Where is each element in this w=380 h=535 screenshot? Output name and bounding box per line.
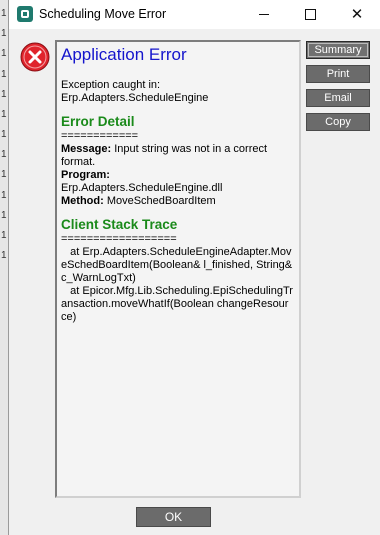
close-icon: ✕ (350, 6, 364, 23)
copy-button[interactable]: Copy (306, 113, 370, 131)
background-row-number: 1 (1, 190, 7, 201)
error-details-panel[interactable]: Application Error Exception caught in: E… (55, 40, 301, 498)
exception-source: Erp.Adapters.ScheduleEngine (61, 92, 209, 104)
method-line: Method: MoveSchedBoardItem (61, 195, 293, 208)
error-detail-rule: ============ (61, 130, 139, 142)
minimize-button[interactable] (241, 0, 287, 29)
exception-label: Exception caught in: (61, 79, 161, 91)
background-row-number: 1 (1, 129, 7, 140)
close-button[interactable]: ✕ (334, 0, 380, 29)
ok-button[interactable]: OK (136, 507, 211, 527)
background-row-number: 1 (1, 210, 7, 221)
message-line: Message: Input string was not in a corre… (61, 143, 293, 169)
error-detail-heading: Error Detail (61, 114, 135, 129)
maximize-icon (304, 9, 316, 20)
email-button[interactable]: Email (306, 89, 370, 107)
application-error-heading: Application Error (61, 45, 187, 64)
program-label: Program: (61, 169, 110, 181)
window-title: Scheduling Move Error (39, 7, 167, 21)
client-stack-trace-heading: Client Stack Trace (61, 217, 178, 232)
title-bar[interactable]: Scheduling Move Error ✕ (9, 0, 380, 29)
background-row-number: 1 (1, 89, 7, 100)
method-value: MoveSchedBoardItem (103, 195, 216, 207)
maximize-button[interactable] (287, 0, 333, 29)
background-row-number: 1 (1, 109, 7, 120)
minimize-icon (259, 14, 269, 15)
program-value: Erp.Adapters.ScheduleEngine.dll (61, 182, 223, 194)
background-row-number: 1 (1, 8, 7, 19)
method-label: Method: (61, 195, 104, 207)
background-row-number: 1 (1, 149, 7, 160)
print-button[interactable]: Print (306, 65, 370, 83)
background-row-number: 1 (1, 230, 7, 241)
background-row-number: 1 (1, 250, 7, 261)
background-row-number: 1 (1, 169, 7, 180)
stack-trace-line: at Erp.Adapters.ScheduleEngineAdapter.Mo… (61, 246, 296, 284)
error-dialog: Scheduling Move Error ✕ Application Erro… (8, 0, 380, 535)
error-circle-icon (20, 42, 50, 72)
background-row-number: 1 (1, 28, 7, 39)
stack-trace-rule: ================== (61, 233, 177, 245)
background-row-number: 1 (1, 48, 7, 59)
epicor-icon (17, 6, 33, 22)
stack-trace-line: at Epicor.Mfg.Lib.Scheduling.EpiScheduli… (61, 285, 293, 323)
message-label: Message: (61, 143, 112, 155)
summary-button[interactable]: Summary (306, 41, 370, 59)
action-buttons: Summary Print Email Copy (306, 41, 371, 137)
background-row-number: 1 (1, 69, 7, 80)
